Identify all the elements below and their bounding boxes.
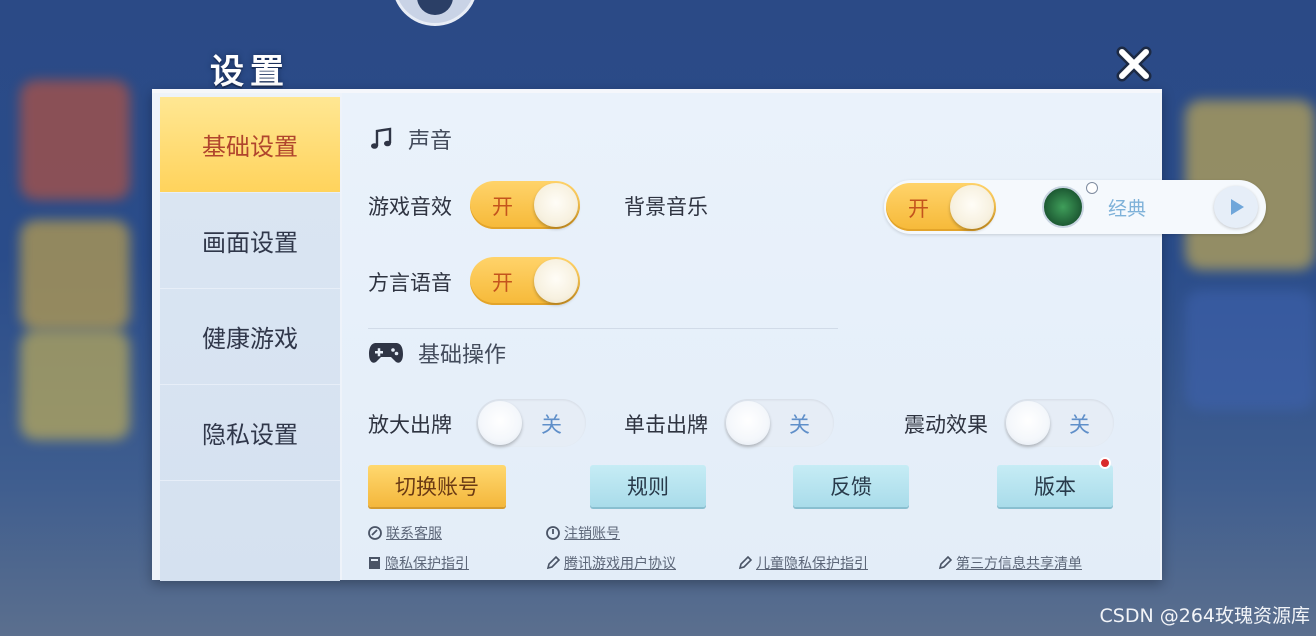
sound-section-title: 声音: [408, 129, 453, 154]
single-tap-play-toggle[interactable]: 关: [724, 399, 834, 447]
version-notification-dot: [1099, 457, 1111, 469]
zoom-play-toggle[interactable]: 关: [476, 399, 586, 447]
zoom-play-label: 放大出牌: [368, 413, 452, 437]
controls-section-header: 基础操作: [368, 337, 506, 369]
pen-icon: [938, 556, 952, 570]
music-note-icon: [371, 127, 392, 149]
music-play-button[interactable]: [1214, 186, 1258, 228]
headset-icon: [368, 526, 382, 540]
toggle-knob: [950, 185, 994, 229]
third-party-sharing-link[interactable]: 第三方信息共享清单: [938, 553, 1082, 573]
sidebar-item-healthy-gaming[interactable]: 健康游戏: [160, 289, 340, 385]
toggle-knob: [726, 401, 770, 445]
background-blob: [20, 220, 130, 330]
bg-music-label: 背景音乐: [624, 195, 708, 219]
toggle-knob: [534, 259, 578, 303]
top-avatar-badge: [392, 0, 478, 26]
contact-support-link[interactable]: 联系客服: [368, 523, 442, 543]
vibration-toggle[interactable]: 关: [1004, 399, 1114, 447]
settings-content: 声音 游戏音效 开 背景音乐 开 经典 方言语音 开 基础操作 放大出牌 关 单…: [342, 93, 1266, 580]
music-track-name: 经典: [1108, 198, 1147, 220]
dialect-voice-label: 方言语音: [368, 271, 452, 295]
toggle-state-label: 关: [789, 413, 810, 437]
toggle-state-label: 开: [492, 195, 513, 219]
rules-button[interactable]: 规则: [590, 465, 706, 507]
third-party-sharing-text: 第三方信息共享清单: [956, 556, 1082, 572]
version-button[interactable]: 版本: [997, 465, 1113, 507]
children-privacy-text: 儿童隐私保护指引: [756, 556, 868, 572]
toggle-state-label: 关: [1069, 413, 1090, 437]
section-divider: [368, 328, 838, 329]
page-title: 设置: [210, 52, 290, 92]
privacy-policy-text: 隐私保护指引: [385, 556, 469, 572]
cancel-account-text: 注销账号: [564, 526, 620, 542]
power-icon: [546, 526, 560, 540]
toggle-state-label: 开: [492, 271, 513, 295]
contact-support-text: 联系客服: [386, 526, 442, 542]
cancel-account-link[interactable]: 注销账号: [546, 523, 620, 543]
bg-music-toggle[interactable]: 开: [886, 183, 996, 231]
background-blob: [1185, 290, 1315, 410]
privacy-policy-link[interactable]: 隐私保护指引: [368, 553, 469, 573]
background-blob: [20, 80, 130, 200]
toggle-state-label: 关: [541, 413, 562, 437]
doc-icon: [369, 557, 380, 569]
toggle-knob: [478, 401, 522, 445]
user-agreement-text: 腾讯游戏用户协议: [564, 556, 676, 572]
switch-account-button[interactable]: 切换账号: [368, 465, 506, 507]
user-agreement-link[interactable]: 腾讯游戏用户协议: [546, 553, 676, 573]
toggle-knob: [1006, 401, 1050, 445]
sidebar-item-display-settings[interactable]: 画面设置: [160, 193, 340, 289]
music-track-bubble: [1086, 182, 1098, 194]
children-privacy-link[interactable]: 儿童隐私保护指引: [738, 553, 868, 573]
single-tap-play-label: 单击出牌: [624, 413, 708, 437]
game-sfx-label: 游戏音效: [368, 195, 452, 219]
dialect-voice-toggle[interactable]: 开: [470, 257, 580, 305]
sidebar: 基础设置 画面设置 健康游戏 隐私设置: [160, 97, 340, 581]
watermark: CSDN @264玫瑰资源库: [1099, 605, 1310, 627]
gamepad-icon: [369, 343, 403, 363]
sidebar-item-basic-settings[interactable]: 基础设置: [160, 97, 340, 193]
close-icon: [1116, 46, 1152, 82]
pen-icon: [738, 556, 752, 570]
play-icon: [1231, 199, 1244, 215]
controls-section-title: 基础操作: [418, 343, 507, 368]
settings-panel: 基础设置 画面设置 健康游戏 隐私设置 声音 游戏音效 开 背景音乐 开 经典 …: [152, 89, 1266, 581]
toggle-state-label: 开: [908, 197, 929, 221]
sound-section-header: 声音: [368, 123, 452, 155]
pen-icon: [546, 556, 560, 570]
sidebar-item-privacy-settings[interactable]: 隐私设置: [160, 385, 340, 481]
close-button[interactable]: [1114, 44, 1154, 84]
background-blob: [20, 330, 130, 440]
feedback-button[interactable]: 反馈: [793, 465, 909, 507]
bg-music-selector: 开 经典: [884, 180, 1266, 234]
music-track-thumbnail: [1042, 186, 1084, 228]
vibration-label: 震动效果: [904, 413, 988, 437]
toggle-knob: [534, 183, 578, 227]
game-sfx-toggle[interactable]: 开: [470, 181, 580, 229]
